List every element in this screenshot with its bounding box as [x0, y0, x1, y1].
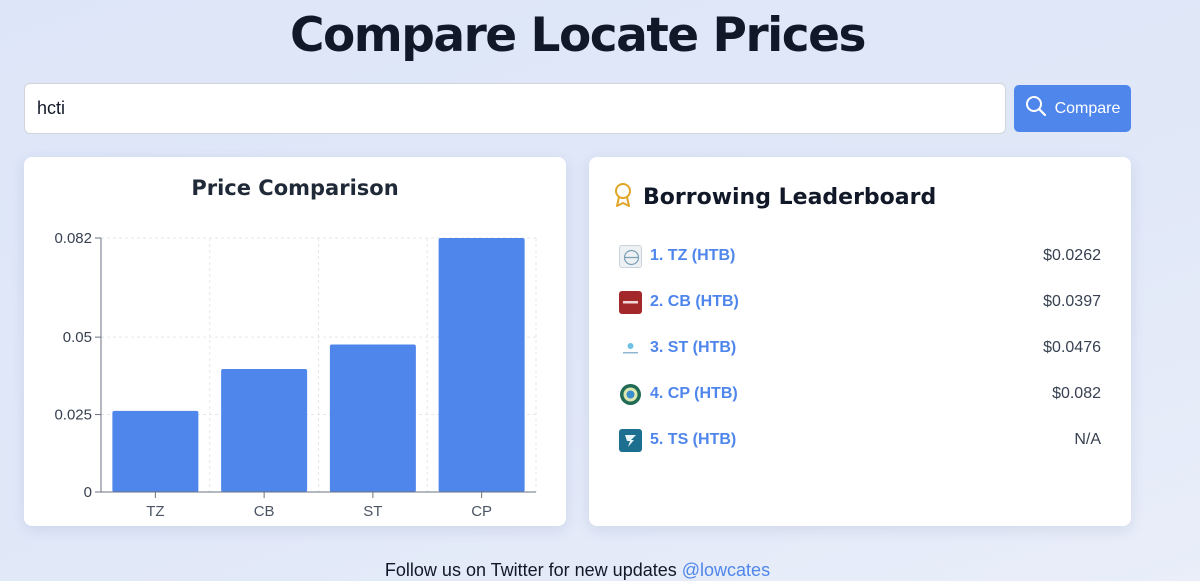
leaderboard-title: Borrowing Leaderboard: [643, 185, 937, 210]
x-tick-label: TZ: [146, 503, 164, 520]
bar-tz: [112, 410, 199, 492]
x-tick-label: ST: [363, 503, 382, 520]
footer-text: Follow us on Twitter for new updates: [384, 560, 677, 580]
tz-logo-icon: [619, 244, 642, 268]
leaderboard-item-link[interactable]: 1. TZ (HTB): [650, 247, 735, 265]
page-title: Compare Locate Prices: [289, 8, 867, 63]
price-comparison-card: Price Comparison 0 0.025 0.05 0.082 TZ CB ST CP: [24, 157, 566, 526]
leaderboard-item-price: $0.0397: [1043, 293, 1101, 310]
leaderboard-item-price: N/A: [1074, 431, 1101, 448]
leaderboard-item-link[interactable]: 3. ST (HTB): [650, 339, 736, 357]
y-tick-label: 0.05: [63, 329, 92, 346]
compare-button-label: Compare: [1054, 99, 1121, 117]
leaderboard-item-link[interactable]: 4. CP (HTB): [650, 385, 738, 403]
leaderboard-item-price: $0.0262: [1043, 247, 1101, 264]
leaderboard-list: 1. TZ (HTB) $0.0262 2. CB (HTB) $0.0397 …: [619, 233, 1101, 463]
ts-logo-icon: [619, 428, 642, 452]
search-input[interactable]: [24, 83, 1006, 134]
leaderboard-item-price: $0.0476: [1043, 339, 1101, 356]
twitter-link[interactable]: @lowcates: [682, 560, 770, 580]
leaderboard-row: 4. CP (HTB) $0.082: [619, 371, 1101, 417]
price-comparison-chart: 0 0.025 0.05 0.082 TZ CB ST CP: [54, 230, 537, 520]
y-tick-label: 0.025: [54, 407, 92, 424]
leaderboard-item-link[interactable]: 5. TS (HTB): [650, 431, 736, 449]
bar-cp: [438, 238, 525, 492]
x-tick-label: CP: [471, 503, 492, 520]
compare-button[interactable]: Compare: [1014, 85, 1131, 132]
y-tick-label: 0: [84, 484, 92, 501]
leaderboard-row: 5. TS (HTB) N/A: [619, 417, 1101, 463]
st-logo-icon: [619, 336, 642, 360]
leaderboard-row: 2. CB (HTB) $0.0397: [619, 279, 1101, 325]
bar-cb: [221, 369, 308, 492]
cb-logo-icon: [619, 290, 642, 314]
leaderboard-row: 3. ST (HTB) $0.0476: [619, 325, 1101, 371]
search-icon: [1025, 95, 1047, 122]
cp-logo-icon: [619, 382, 642, 406]
footer: Follow us on Twitter for new updates @lo…: [0, 560, 1155, 581]
borrowing-leaderboard-card: Borrowing Leaderboard 1. TZ (HTB) $0.026…: [589, 157, 1131, 526]
y-tick-label: 0.082: [54, 230, 92, 247]
x-tick-label: CB: [254, 503, 275, 520]
bar-st: [329, 344, 416, 492]
leaderboard-item-price: $0.082: [1052, 385, 1101, 402]
leaderboard-item-link[interactable]: 2. CB (HTB): [650, 293, 739, 311]
leaderboard-row: 1. TZ (HTB) $0.0262: [619, 233, 1101, 279]
award-ribbon-icon: [613, 182, 633, 213]
